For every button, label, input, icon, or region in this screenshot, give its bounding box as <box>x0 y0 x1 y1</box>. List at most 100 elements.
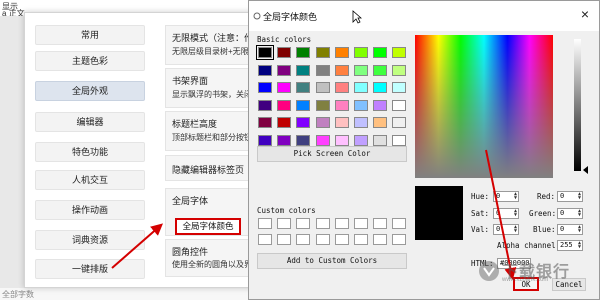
hue-spinbox[interactable]: 0 ▲ ▼ <box>493 191 519 202</box>
custom-color-slot[interactable] <box>373 234 388 245</box>
sat-value: 0 <box>496 209 501 217</box>
basic-color-swatch[interactable] <box>354 64 368 76</box>
nav-features-button[interactable]: 特色功能 <box>35 142 145 162</box>
basic-color-swatch[interactable] <box>334 117 349 128</box>
basic-color-swatch[interactable] <box>256 45 274 60</box>
basic-color-swatch[interactable] <box>354 82 368 93</box>
luminance-slider[interactable] <box>574 39 581 171</box>
basic-color-swatch[interactable] <box>334 47 349 58</box>
nav-animation-button[interactable]: 操作动画 <box>35 200 145 220</box>
basic-color-swatch[interactable] <box>277 117 292 128</box>
alpha-spinbox[interactable]: 255 ▲ ▼ <box>557 240 583 251</box>
section-title: 全局字体 <box>172 196 209 206</box>
basic-color-swatch[interactable] <box>354 134 368 146</box>
color-preview <box>415 186 463 240</box>
nav-theme-color-button[interactable]: 主题色彩 <box>35 51 145 71</box>
basic-color-swatch[interactable] <box>296 82 311 93</box>
basic-color-swatch[interactable] <box>277 64 292 76</box>
basic-color-swatch[interactable] <box>296 64 311 76</box>
basic-color-swatch[interactable] <box>392 47 407 58</box>
global-font-color-button[interactable]: 全局字体颜色 <box>175 218 241 235</box>
basic-color-swatch[interactable] <box>315 134 330 146</box>
basic-color-swatch[interactable] <box>392 99 407 111</box>
custom-color-slot[interactable] <box>354 218 368 229</box>
basic-color-swatch[interactable] <box>392 117 407 128</box>
custom-color-slot[interactable] <box>258 218 272 229</box>
basic-color-swatch[interactable] <box>334 82 349 93</box>
basic-color-swatch[interactable] <box>392 82 407 93</box>
nav-dictionary-button[interactable]: 词典资源 <box>35 230 145 250</box>
basic-color-swatch[interactable] <box>258 64 272 76</box>
basic-color-swatch[interactable] <box>334 99 349 111</box>
basic-color-swatch[interactable] <box>296 47 311 58</box>
basic-color-swatch[interactable] <box>373 64 388 76</box>
custom-color-slot[interactable] <box>296 234 311 245</box>
custom-color-slot[interactable] <box>277 234 292 245</box>
custom-color-slot[interactable] <box>373 218 388 229</box>
basic-color-swatch[interactable] <box>373 82 388 93</box>
basic-color-swatch[interactable] <box>392 134 407 146</box>
basic-color-swatch[interactable] <box>354 47 368 58</box>
section-title: 圆角控件 <box>172 247 209 257</box>
basic-color-swatch[interactable] <box>392 64 407 76</box>
custom-color-slot[interactable] <box>392 218 407 229</box>
section-description: 显示飘浮的书架，关闭 <box>172 90 252 99</box>
custom-color-slot[interactable] <box>296 218 311 229</box>
nav-interaction-button[interactable]: 人机交互 <box>35 170 145 190</box>
basic-color-swatch[interactable] <box>373 47 388 58</box>
custom-color-slot[interactable] <box>334 234 349 245</box>
app-icon <box>253 12 261 20</box>
pick-screen-color-button[interactable]: Pick Screen Color <box>257 146 407 162</box>
red-label: Red: <box>537 192 556 201</box>
basic-color-swatch[interactable] <box>277 47 292 58</box>
nav-one-click-format-button[interactable]: 一键排版 <box>35 259 145 279</box>
custom-color-slot[interactable] <box>334 218 349 229</box>
blue-spinbox[interactable]: 0 ▲ ▼ <box>557 224 583 235</box>
custom-color-slot[interactable] <box>315 218 330 229</box>
mouse-cursor-icon <box>352 10 362 24</box>
basic-color-swatch[interactable] <box>334 64 349 76</box>
green-spinbox[interactable]: 0 ▲ ▼ <box>557 208 583 219</box>
custom-color-slot[interactable] <box>354 234 368 245</box>
basic-color-swatch[interactable] <box>334 134 349 146</box>
blue-label: Blue: <box>533 225 556 234</box>
basic-color-swatch[interactable] <box>354 99 368 111</box>
basic-color-swatch[interactable] <box>258 99 272 111</box>
basic-color-swatch[interactable] <box>373 134 388 146</box>
custom-colors-label: Custom colors <box>257 206 316 215</box>
color-spectrum-picker[interactable] <box>415 35 553 178</box>
val-spinbox[interactable]: 0 ▲ ▼ <box>493 224 519 235</box>
basic-color-swatch[interactable] <box>296 99 311 111</box>
custom-color-slot[interactable] <box>392 234 407 245</box>
custom-color-slot[interactable] <box>315 234 330 245</box>
sat-spinbox[interactable]: 0 ▲ ▼ <box>493 208 519 219</box>
basic-color-swatch[interactable] <box>277 99 292 111</box>
basic-color-swatch[interactable] <box>296 134 311 146</box>
custom-color-slot[interactable] <box>258 234 272 245</box>
basic-color-swatch[interactable] <box>296 117 311 128</box>
section-description: 无限层级目录树+无限 <box>172 47 249 56</box>
basic-color-swatch[interactable] <box>315 64 330 76</box>
basic-color-swatch[interactable] <box>315 82 330 93</box>
nav-common-button[interactable]: 常用 <box>35 25 145 45</box>
basic-color-swatch[interactable] <box>315 117 330 128</box>
basic-color-swatch[interactable] <box>258 134 272 146</box>
watermark-logo-icon <box>479 261 499 281</box>
basic-color-swatch[interactable] <box>277 82 292 93</box>
basic-color-swatch[interactable] <box>277 134 292 146</box>
nav-global-appearance-button[interactable]: 全局外观 <box>35 81 145 101</box>
basic-color-swatch[interactable] <box>373 99 388 111</box>
val-label: Val: <box>471 225 490 234</box>
nav-editor-button[interactable]: 编辑器 <box>35 112 145 132</box>
basic-color-swatch[interactable] <box>315 99 330 111</box>
red-spinbox[interactable]: 0 ▲ ▼ <box>557 191 583 202</box>
luminance-slider-handle[interactable] <box>583 166 588 174</box>
custom-color-slot[interactable] <box>277 218 292 229</box>
basic-color-swatch[interactable] <box>373 117 388 128</box>
add-to-custom-colors-button[interactable]: Add to Custom Colors <box>257 253 407 269</box>
basic-color-swatch[interactable] <box>354 117 368 128</box>
basic-color-swatch[interactable] <box>258 117 272 128</box>
basic-color-swatch[interactable] <box>258 82 272 93</box>
basic-color-swatch[interactable] <box>315 47 330 58</box>
close-icon[interactable]: × <box>577 6 593 22</box>
